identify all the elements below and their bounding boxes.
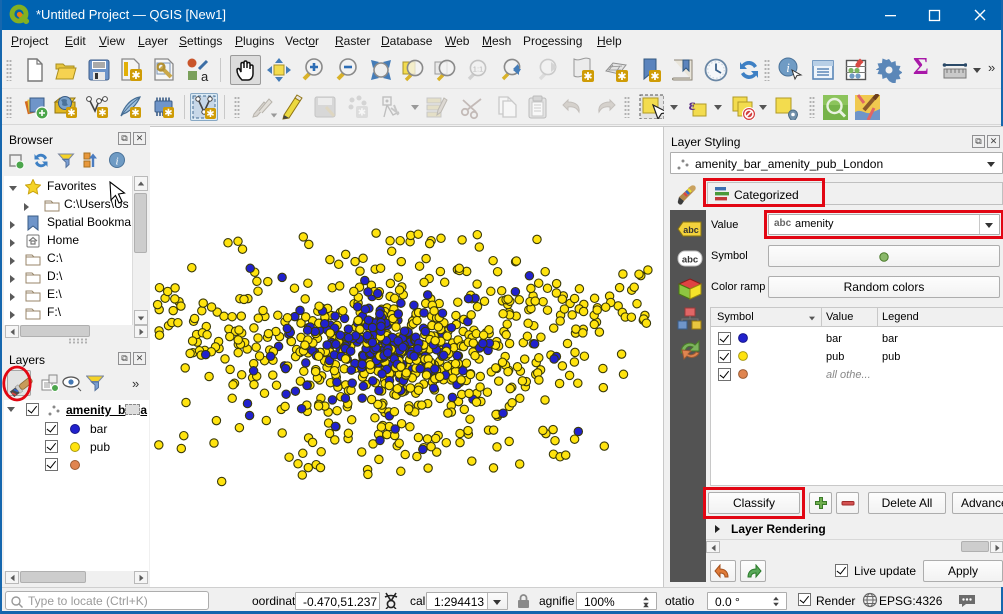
- svg-text:✱: ✱: [131, 108, 139, 119]
- svg-text:ε: ε: [689, 97, 696, 114]
- svg-text:✱: ✱: [583, 71, 592, 83]
- svg-text:✱: ✱: [131, 70, 140, 82]
- svg-text:✱: ✱: [358, 108, 366, 119]
- svg-text:i: i: [115, 156, 118, 168]
- svg-text:abc: abc: [683, 225, 699, 235]
- svg-text:abc: abc: [682, 255, 698, 266]
- svg-text:✱: ✱: [67, 108, 75, 119]
- svg-text:✱: ✱: [206, 109, 214, 120]
- svg-text:i: i: [786, 60, 790, 75]
- svg-text:1:1: 1:1: [473, 65, 483, 74]
- svg-text:a: a: [201, 69, 209, 83]
- svg-text:✱: ✱: [164, 108, 172, 119]
- svg-text:✱: ✱: [617, 71, 626, 83]
- svg-text:✱: ✱: [650, 71, 659, 83]
- svg-text:✱: ✱: [98, 108, 106, 119]
